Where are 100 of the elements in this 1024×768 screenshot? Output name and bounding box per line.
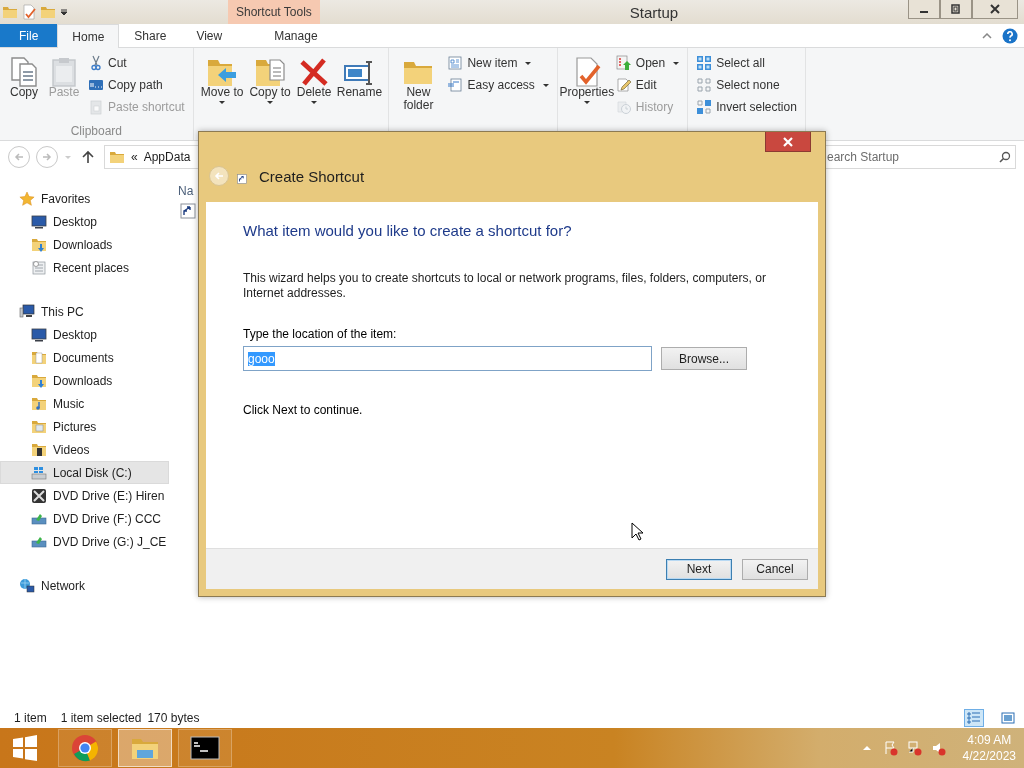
flag-error-icon[interactable] (882, 740, 899, 756)
ribbon-button[interactable]: Copy to (247, 52, 293, 124)
terminal-icon (190, 733, 220, 763)
ribbon-button[interactable]: New folder (394, 52, 443, 124)
ribbon-tab[interactable]: Home (57, 24, 120, 48)
ribbon-button[interactable]: Copy (5, 52, 43, 124)
back-icon (14, 152, 24, 162)
ribbon-button[interactable]: Open (612, 52, 683, 74)
close-button[interactable] (765, 132, 811, 152)
dialog-heading: What item would you like to create a shortcut for? (243, 222, 573, 239)
monitor-icon (31, 326, 47, 343)
column-header[interactable]: Na (178, 184, 194, 198)
nav-item[interactable]: Local Disk (C:) (0, 461, 169, 484)
customize-icon[interactable] (59, 7, 69, 17)
restore-button[interactable] (940, 0, 972, 19)
ribbon-button[interactable]: Move to (198, 52, 246, 124)
up-icon (82, 150, 94, 164)
star-icon (19, 190, 35, 207)
document-icon (447, 77, 464, 93)
path-icon (88, 77, 104, 93)
properties-icon (21, 4, 37, 20)
browse-button[interactable]: Browse... (661, 347, 747, 370)
nav-item[interactable]: Favorites (0, 187, 169, 210)
dialog-button[interactable]: Cancel (742, 558, 808, 580)
pages-icon (8, 54, 40, 86)
taskbar-button[interactable] (178, 729, 232, 767)
shortcut-icon (237, 174, 247, 184)
start-icon (12, 735, 38, 761)
details-view-button[interactable] (964, 709, 984, 727)
nav-item[interactable]: Network (0, 574, 169, 597)
dialog-title: Create Shortcut (259, 167, 365, 185)
ribbon-button[interactable]: Rename (335, 52, 384, 124)
cursor-icon (631, 522, 643, 541)
back-icon (214, 171, 224, 181)
search-icon (999, 151, 1011, 163)
nav-item[interactable]: Pictures (0, 415, 169, 438)
details-view-icon (966, 710, 982, 726)
ribbon-button[interactable]: Delete (294, 52, 334, 124)
monitor-icon (31, 213, 47, 230)
nav-item[interactable]: Documents (0, 346, 169, 369)
ribbon-tab[interactable]: Share (119, 24, 182, 47)
nav-item[interactable]: DVD Drive (E:) Hiren (0, 484, 169, 507)
grid-icon (696, 55, 713, 71)
folder-icon (31, 418, 47, 435)
nav-item[interactable]: Downloads (0, 233, 169, 256)
up-button[interactable] (82, 150, 94, 164)
nav-item[interactable]: Desktop (0, 323, 169, 346)
clock-icon (615, 99, 632, 115)
ribbon-button[interactable]: Select all (693, 52, 800, 74)
close-icon (782, 136, 794, 147)
ribbon-tab[interactable]: Manage (255, 24, 337, 47)
restore-icon (949, 3, 963, 15)
group-label: Clipboard (70, 124, 123, 138)
item-count: 1 item (14, 711, 47, 725)
ribbon-button[interactable]: Easy access (444, 74, 552, 96)
dialog-button[interactable]: Next (666, 558, 732, 580)
recent-places-icon (31, 259, 47, 276)
document-icon (447, 55, 464, 71)
breadcrumb-overflow[interactable]: « (131, 150, 138, 164)
nav-item[interactable]: DVD Drive (F:) CCC (0, 507, 169, 530)
scissors-icon (88, 55, 104, 71)
window-title: Startup (628, 3, 680, 21)
close-icon (988, 3, 1002, 15)
nav-item[interactable]: DVD Drive (G:) J_CE (0, 530, 169, 553)
tools-icon (31, 487, 47, 504)
ribbon-button[interactable]: New item (444, 52, 552, 74)
ribbon-tab[interactable]: File (0, 24, 58, 47)
nav-item[interactable]: This PC (0, 300, 169, 323)
folder-icon (40, 4, 56, 20)
collapse-ribbon-icon[interactable] (982, 32, 992, 39)
folder-icon (31, 395, 47, 412)
ribbon-button[interactable]: Select none (693, 74, 800, 96)
nav-item[interactable]: Videos (0, 438, 169, 461)
selection-count: 1 item selected (60, 711, 142, 725)
clipboard-icon (88, 99, 104, 115)
grid-icon (696, 77, 713, 93)
breadcrumb[interactable]: AppData (143, 150, 191, 164)
grid-icon (696, 99, 713, 115)
folder-icon (2, 4, 18, 20)
network-error-icon[interactable] (906, 740, 923, 756)
nav-item[interactable]: Recent places (0, 256, 169, 279)
contextual-tab-group: Shortcut Tools (228, 0, 320, 24)
large-icons-view-button[interactable] (998, 709, 1018, 727)
minimize-button[interactable] (908, 0, 940, 19)
pencil-icon (615, 77, 632, 93)
open-icon (615, 55, 632, 71)
nav-item[interactable]: Downloads (0, 369, 169, 392)
ribbon-button[interactable]: Cut (85, 52, 188, 74)
nav-item[interactable]: Music (0, 392, 169, 415)
ribbon-button[interactable]: Copy path (85, 74, 188, 96)
help-icon[interactable] (1002, 27, 1018, 44)
nav-item[interactable]: Desktop (0, 210, 169, 233)
hint-text: Click Next to continue. (243, 403, 364, 417)
close-button[interactable] (972, 0, 1018, 19)
field-label: Type the location of the item: (243, 327, 398, 341)
speaker-muted-icon[interactable] (930, 740, 947, 756)
ribbon-tab[interactable]: View (181, 24, 238, 47)
folder-icon (31, 372, 47, 389)
drive-icon (31, 464, 47, 481)
ribbon-button[interactable]: Invert selection (693, 96, 800, 118)
